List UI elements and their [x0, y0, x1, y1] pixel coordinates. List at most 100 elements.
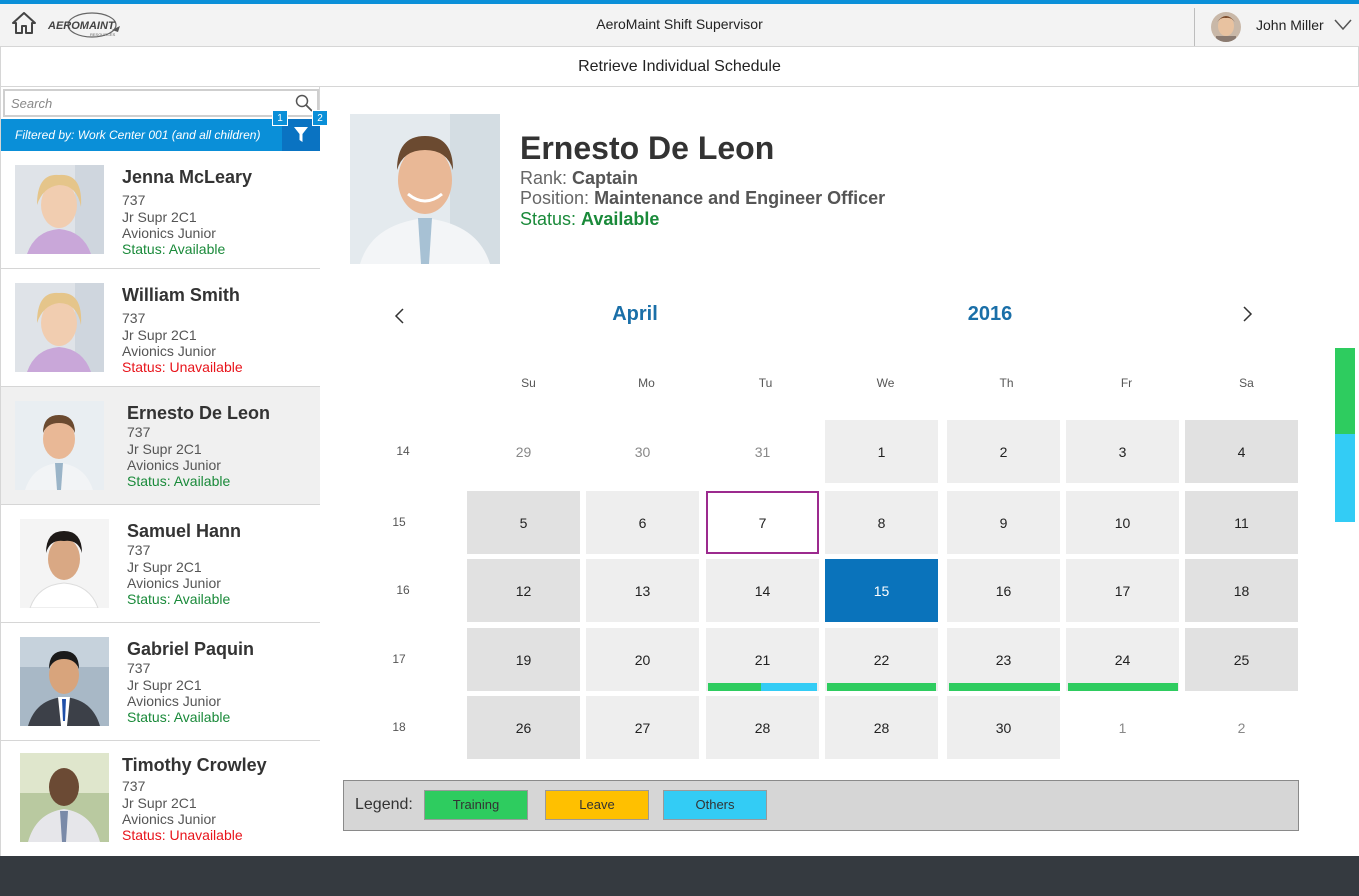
person-name: Timothy Crowley: [122, 755, 267, 775]
calendar-day[interactable]: 5: [467, 491, 580, 554]
person-role: Jr Supr 2C1: [127, 677, 202, 693]
search-icon[interactable]: [295, 94, 313, 112]
calendar-day[interactable]: 2: [1185, 696, 1298, 759]
chevron-down-icon[interactable]: [1334, 19, 1352, 31]
home-icon[interactable]: [12, 12, 36, 34]
employee-rank: Rank: Captain: [520, 168, 639, 188]
person-team: Avionics Junior: [122, 811, 216, 827]
user-name[interactable]: John Miller: [1256, 17, 1324, 33]
calendar-day[interactable]: 12: [467, 559, 580, 622]
calendar-day[interactable]: 20: [586, 628, 699, 691]
person-list-item[interactable]: Jenna McLeary 737 Jr Supr 2C1 Avionics J…: [1, 151, 320, 269]
page-title-bar: Retrieve Individual Schedule: [0, 47, 1359, 87]
calendar-year[interactable]: 2016: [915, 303, 1065, 326]
training-event-bar[interactable]: [827, 683, 936, 691]
legend-label: Legend:: [355, 796, 413, 813]
others-event-bar[interactable]: [761, 683, 817, 691]
person-aircraft: 737: [122, 778, 146, 794]
search-input[interactable]: [11, 94, 281, 112]
training-event-bar[interactable]: [949, 683, 1060, 691]
person-team: Avionics Junior: [127, 457, 221, 473]
calendar-day-selected[interactable]: 15: [825, 559, 938, 622]
calendar-day[interactable]: 9: [947, 491, 1060, 554]
people-sidebar: Filtered by: Work Center 001 (and all ch…: [0, 87, 328, 859]
filter-badge-2[interactable]: 2: [312, 110, 328, 126]
top-bar: AEROMAINT RESOURCES AeroMaint Shift Supe…: [0, 0, 1359, 47]
weekday-header: Su: [521, 376, 536, 390]
week-number: 18: [392, 720, 406, 734]
calendar-day[interactable]: 23: [947, 628, 1060, 691]
calendar-day[interactable]: 4: [1185, 420, 1298, 483]
person-role: Jr Supr 2C1: [127, 559, 202, 575]
calendar-day[interactable]: 14: [706, 559, 819, 622]
calendar-day[interactable]: 11: [1185, 491, 1298, 554]
calendar-day[interactable]: 8: [825, 491, 938, 554]
person-list-item[interactable]: Gabriel Paquin 737 Jr Supr 2C1 Avionics …: [1, 623, 320, 741]
training-event-bar[interactable]: [708, 683, 761, 691]
person-status: Status: Available: [127, 709, 231, 725]
calendar-day[interactable]: 18: [1185, 559, 1298, 622]
person-list-item[interactable]: Samuel Hann 737 Jr Supr 2C1 Avionics Jun…: [1, 505, 320, 623]
person-name: Ernesto De Leon: [127, 403, 271, 423]
filter-icon: [294, 127, 308, 142]
weekday-header: We: [876, 376, 895, 390]
person-role: Jr Supr 2C1: [122, 209, 197, 225]
person-photo: [15, 283, 104, 372]
employee-photo: [350, 114, 500, 264]
week-number: 17: [392, 652, 406, 666]
person-aircraft: 737: [127, 424, 151, 440]
calendar-day[interactable]: 3: [1066, 420, 1179, 483]
person-photo: [20, 519, 109, 608]
previous-month-arrow-icon[interactable]: [393, 308, 407, 324]
calendar-day[interactable]: 31: [706, 420, 819, 483]
person-name: Jenna McLeary: [122, 167, 253, 187]
person-photo: [20, 753, 109, 842]
training-side-tab[interactable]: [1335, 348, 1355, 434]
calendar-day[interactable]: 2: [947, 420, 1060, 483]
legend: Legend: Training Leave Others: [343, 780, 1299, 831]
calendar-day[interactable]: 25: [1185, 628, 1298, 691]
user-avatar[interactable]: [1211, 12, 1241, 42]
weekday-header: Fr: [1120, 376, 1133, 390]
calendar-day[interactable]: 28: [825, 696, 938, 759]
person-status: Status: Unavailable: [122, 827, 243, 843]
calendar-day[interactable]: 29: [467, 420, 580, 483]
person-team: Avionics Junior: [122, 225, 216, 241]
employee-position: Position: Maintenance and Engineer Offic…: [520, 188, 886, 208]
calendar-day[interactable]: 22: [825, 628, 938, 691]
weekday-header: Th: [999, 376, 1014, 390]
weekday-header: Tu: [758, 376, 773, 390]
calendar-day[interactable]: 16: [947, 559, 1060, 622]
calendar-day[interactable]: 28: [706, 696, 819, 759]
calendar-month[interactable]: April: [560, 303, 710, 326]
person-list-item[interactable]: Timothy Crowley 737 Jr Supr 2C1 Avionics…: [1, 741, 320, 859]
calendar-day[interactable]: 21: [706, 628, 819, 691]
calendar-day[interactable]: 17: [1066, 559, 1179, 622]
calendar-day[interactable]: 1: [1066, 696, 1179, 759]
person-aircraft: 737: [122, 310, 146, 326]
filter-badge-1[interactable]: 1: [272, 110, 288, 126]
training-event-bar[interactable]: [1068, 683, 1178, 691]
week-number: 15: [392, 515, 406, 529]
calendar-day[interactable]: 30: [947, 696, 1060, 759]
calendar-day[interactable]: 27: [586, 696, 699, 759]
calendar-day[interactable]: 24: [1066, 628, 1179, 691]
calendar-day-today[interactable]: 7: [706, 491, 819, 554]
others-side-tab[interactable]: [1335, 434, 1355, 522]
svg-text:RESOURCES: RESOURCES: [90, 32, 116, 37]
svg-text:AEROMAINT: AEROMAINT: [47, 20, 116, 32]
calendar-day[interactable]: 30: [586, 420, 699, 483]
person-aircraft: 737: [122, 192, 146, 208]
calendar-day[interactable]: 10: [1066, 491, 1179, 554]
person-list-item[interactable]: William Smith 737 Jr Supr 2C1 Avionics J…: [1, 269, 320, 387]
next-month-arrow-icon[interactable]: [1240, 306, 1254, 322]
person-list-item-selected[interactable]: Ernesto De Leon 737 Jr Supr 2C1 Avionics…: [1, 387, 320, 505]
calendar-day[interactable]: 6: [586, 491, 699, 554]
calendar-day[interactable]: 26: [467, 696, 580, 759]
calendar-day[interactable]: 19: [467, 628, 580, 691]
calendar-day[interactable]: 13: [586, 559, 699, 622]
person-status: Status: Available: [122, 241, 226, 257]
person-role: Jr Supr 2C1: [127, 441, 202, 457]
legend-item-others: Others: [663, 790, 767, 820]
calendar-day[interactable]: 1: [825, 420, 938, 483]
